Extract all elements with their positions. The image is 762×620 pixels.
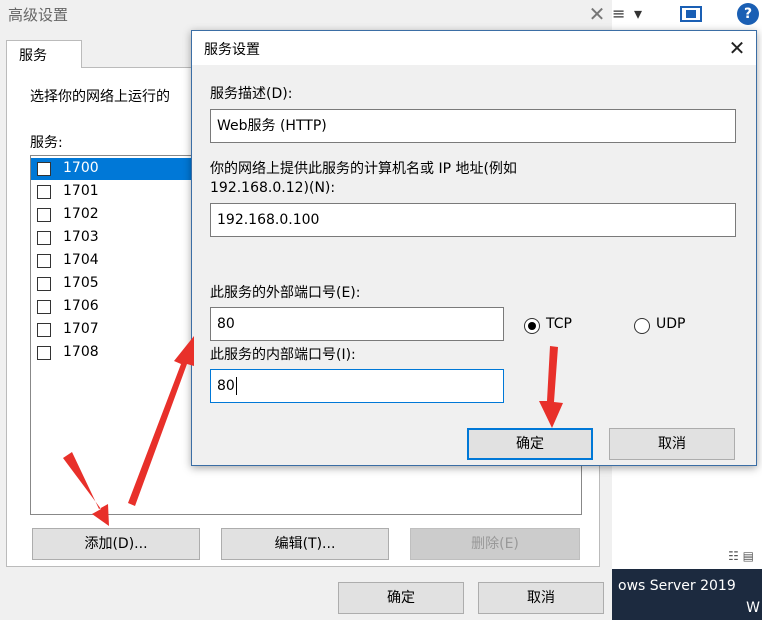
service-checkbox[interactable]: [37, 346, 51, 360]
list-item[interactable]: 1703: [31, 227, 193, 249]
brand-text-line2: W: [746, 600, 760, 616]
external-port-label: 此服务的外部端口号(E):: [210, 285, 361, 301]
advanced-settings-close-icon[interactable]: ✕: [584, 0, 610, 28]
external-port-input[interactable]: 80: [210, 307, 504, 341]
service-name: 1700: [63, 160, 99, 176]
window-icon[interactable]: [680, 6, 702, 22]
service-checkbox[interactable]: [37, 254, 51, 268]
service-name: 1707: [63, 321, 99, 337]
service-name: 1706: [63, 298, 99, 314]
service-checkbox[interactable]: [37, 323, 51, 337]
windows-server-brand-bar: ows Server 2019 W: [612, 569, 762, 620]
tcp-radio-label: TCP: [546, 316, 572, 332]
service-checkbox[interactable]: [37, 162, 51, 176]
service-name: 1701: [63, 183, 99, 199]
service-settings-titlebar: 服务设置 ✕: [192, 31, 756, 65]
service-description-input[interactable]: Web服务 (HTTP): [210, 109, 736, 143]
service-settings-dialog: 服务设置 ✕ 服务描述(D): Web服务 (HTTP) 你的网络上提供此服务的…: [191, 30, 757, 466]
host-address-input[interactable]: 192.168.0.100: [210, 203, 736, 237]
brand-text-line1: ows Server 2019: [618, 578, 736, 594]
service-name: 1708: [63, 344, 99, 360]
service-name: 1703: [63, 229, 99, 245]
delete-service-button[interactable]: 删除(E): [410, 528, 580, 560]
main-cancel-button[interactable]: 取消: [478, 582, 604, 614]
menu-icon[interactable]: ≡: [612, 4, 625, 23]
list-item[interactable]: 1706: [31, 296, 193, 318]
service-description-label: 服务描述(D):: [210, 86, 293, 102]
internal-port-input[interactable]: 80: [210, 369, 504, 403]
host-address-label-line2: 192.168.0.12)(N):: [210, 180, 336, 196]
add-service-button[interactable]: 添加(D)...: [32, 528, 200, 560]
service-settings-close-icon[interactable]: ✕: [722, 33, 752, 63]
host-address-label-line1: 你的网络上提供此服务的计算机名或 IP 地址(例如: [210, 161, 517, 177]
services-description: 选择你的网络上运行的: [30, 89, 170, 105]
service-ok-button[interactable]: 确定: [467, 428, 593, 460]
udp-radio-indicator[interactable]: [634, 318, 650, 334]
service-name: 1705: [63, 275, 99, 291]
background-toolbar: ≡ ▾ ?: [612, 0, 762, 30]
internal-port-value: 80: [217, 378, 235, 394]
advanced-settings-title: 高级设置: [8, 6, 69, 24]
service-checkbox[interactable]: [37, 277, 51, 291]
service-checkbox[interactable]: [37, 208, 51, 222]
service-checkbox[interactable]: [37, 300, 51, 314]
main-ok-button[interactable]: 确定: [338, 582, 464, 614]
service-settings-title: 服务设置: [204, 42, 260, 58]
list-item[interactable]: 1702: [31, 204, 193, 226]
list-item[interactable]: 1700: [31, 158, 193, 180]
list-item[interactable]: 1707: [31, 319, 193, 341]
service-cancel-button[interactable]: 取消: [609, 428, 735, 460]
help-icon[interactable]: ?: [737, 3, 759, 25]
service-name: 1704: [63, 252, 99, 268]
udp-radio-label: UDP: [656, 316, 686, 332]
internal-port-label: 此服务的内部端口号(I):: [210, 347, 356, 363]
list-item[interactable]: 1708: [31, 342, 193, 364]
service-checkbox[interactable]: [37, 231, 51, 245]
background-status-strip: ☷ ▤: [612, 545, 762, 569]
list-item[interactable]: 1704: [31, 250, 193, 272]
edit-service-button[interactable]: 编辑(T)...: [221, 528, 389, 560]
services-list-label: 服务:: [30, 135, 63, 151]
chevron-down-icon[interactable]: ▾: [634, 4, 642, 23]
text-caret: [235, 377, 237, 395]
list-item[interactable]: 1701: [31, 181, 193, 203]
service-name: 1702: [63, 206, 99, 222]
tcp-radio-indicator[interactable]: [524, 318, 540, 334]
view-mode-icons[interactable]: ☷ ▤: [728, 549, 754, 563]
list-item[interactable]: 1705: [31, 273, 193, 295]
service-checkbox[interactable]: [37, 185, 51, 199]
screen: ≡ ▾ ? ☷ ▤ ows Server 2019 W 高级设置 ✕ 服务 选择…: [0, 0, 762, 620]
tab-services[interactable]: 服务: [6, 40, 82, 68]
